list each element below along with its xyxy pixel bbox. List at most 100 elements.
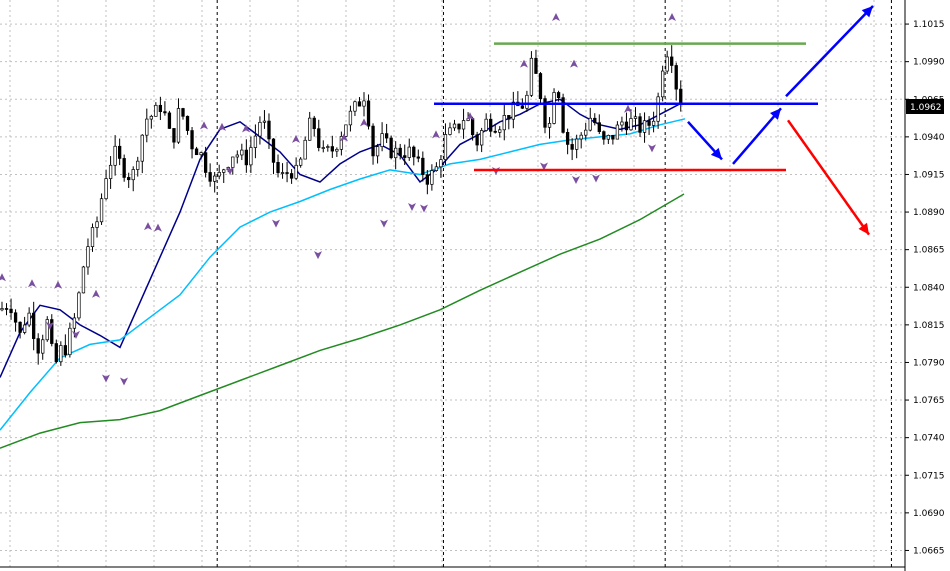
candle-body <box>185 115 190 131</box>
candle-body <box>389 137 393 159</box>
candle <box>167 110 172 129</box>
candle-body <box>149 115 153 120</box>
candle-body <box>117 145 122 159</box>
candle <box>538 72 543 103</box>
candle-body <box>493 130 497 133</box>
candle-body <box>41 339 45 354</box>
candle-body <box>575 138 579 150</box>
candle <box>122 154 126 182</box>
candle-body <box>651 120 656 126</box>
price-tick-label: 1.0990 <box>913 58 945 68</box>
price-tick-label: 1.0890 <box>913 208 945 218</box>
candle-body <box>194 148 199 156</box>
current-price-label: 1.0962 <box>910 103 942 113</box>
candle-body <box>280 172 285 174</box>
candle-body <box>565 132 570 145</box>
candle-body <box>190 130 194 150</box>
candle-body <box>470 118 475 136</box>
candle-body <box>448 127 452 135</box>
candle-body <box>525 94 529 109</box>
candle-body <box>244 149 249 166</box>
price-tick-label: 1.0690 <box>913 509 945 519</box>
candle-body <box>172 128 176 143</box>
candle-body <box>552 92 556 124</box>
candle-body <box>249 147 253 166</box>
candle-body <box>597 122 601 132</box>
candle-body <box>421 157 425 176</box>
candle-body <box>344 124 348 137</box>
candle-body <box>633 116 638 119</box>
candle <box>543 95 547 134</box>
price-chart[interactable]: 1.10151.09901.09651.09401.09151.08901.08… <box>0 0 950 571</box>
candle-body <box>253 135 258 148</box>
candle-body <box>271 138 276 163</box>
candle <box>389 135 393 160</box>
candle-body <box>498 129 502 133</box>
price-tick-label: 1.0915 <box>913 170 945 180</box>
candle-body <box>570 144 574 150</box>
candle-body <box>36 338 40 354</box>
candle-body <box>99 198 104 223</box>
candle-body <box>624 121 629 131</box>
price-tick-label: 1.0840 <box>913 283 945 293</box>
price-tick-label: 1.0665 <box>913 546 945 556</box>
candle-body <box>176 108 181 143</box>
candle-body <box>235 154 239 158</box>
candle-body <box>267 120 271 140</box>
candle-body <box>285 172 289 174</box>
candle-body <box>0 308 4 311</box>
candle-body <box>425 174 429 185</box>
candle-body <box>81 266 86 294</box>
candle-body <box>18 321 22 333</box>
price-tick-label: 1.0940 <box>913 133 945 143</box>
candle-body <box>679 88 683 105</box>
candle-body <box>665 56 669 72</box>
candle-body <box>208 172 212 182</box>
candle-body <box>588 117 592 131</box>
candle-body <box>131 169 135 181</box>
candle-body <box>461 120 466 130</box>
candle-body <box>276 162 280 174</box>
candle-body <box>606 135 610 140</box>
candle-body <box>674 65 678 90</box>
candle-body <box>642 120 647 133</box>
candle-body <box>299 158 303 166</box>
candle-body <box>90 227 95 248</box>
candle <box>552 88 556 125</box>
price-tick-label: 1.0715 <box>913 471 945 481</box>
candle-body <box>13 312 18 323</box>
candle-body <box>584 129 588 136</box>
candle-body <box>317 128 321 148</box>
candle-body <box>529 57 534 96</box>
candle-body <box>656 96 660 122</box>
candle-body <box>412 146 416 158</box>
candle-body <box>353 101 357 112</box>
candle-body <box>475 134 479 146</box>
candle-body <box>213 175 217 182</box>
candle-body <box>416 156 420 159</box>
candle-body <box>222 169 226 173</box>
candle <box>45 316 49 342</box>
candle-body <box>434 166 439 171</box>
candle-body <box>335 148 339 152</box>
candle-body <box>538 73 543 99</box>
price-tick-label: 1.0815 <box>913 321 945 331</box>
candle-body <box>59 345 63 363</box>
candle-body <box>262 120 267 123</box>
candle-body <box>457 123 461 130</box>
candle-body <box>615 124 620 140</box>
candle-body <box>489 118 493 132</box>
chart-background <box>0 0 950 571</box>
candle-body <box>108 164 113 179</box>
current-price-marker: 1.0962 <box>906 99 944 114</box>
candle-body <box>113 145 117 166</box>
candle-body <box>547 123 552 128</box>
candle-body <box>158 104 163 112</box>
candle-body <box>22 324 27 333</box>
candle-body <box>403 155 407 158</box>
candle-body <box>394 147 398 159</box>
candle-body <box>104 178 108 200</box>
candle-body <box>480 130 484 146</box>
candle-body <box>443 134 448 160</box>
candle-body <box>602 131 606 140</box>
